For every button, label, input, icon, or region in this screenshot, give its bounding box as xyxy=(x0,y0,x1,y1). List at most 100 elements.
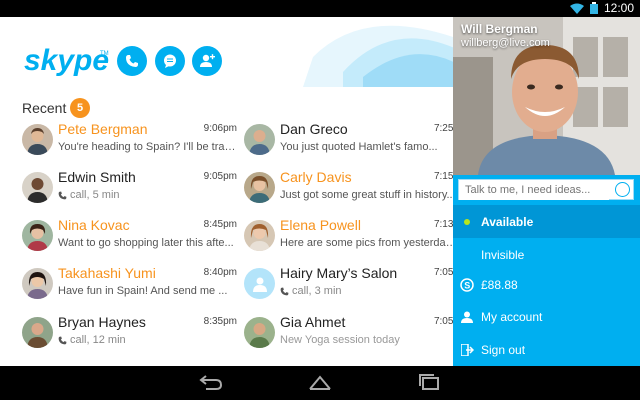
status-available[interactable]: Available xyxy=(453,205,640,238)
contact-time: 7:05p xyxy=(433,316,453,327)
cloud-decoration xyxy=(303,25,453,87)
avatar xyxy=(22,172,53,203)
contact-last-call: call, 5 min xyxy=(70,189,120,201)
wifi-icon xyxy=(569,3,584,14)
contact-item-nina-kovac[interactable]: Nina Kovac 8:45pm Want to go shopping la… xyxy=(22,217,237,263)
svg-text:S: S xyxy=(464,280,470,290)
back-icon xyxy=(199,375,223,390)
contact-last-call: call, 12 min xyxy=(70,334,126,346)
contact-item-carly-davis[interactable]: Carly Davis 7:15p Just got some great st… xyxy=(244,169,453,215)
avatar xyxy=(244,220,275,251)
skype-credit-icon: S xyxy=(453,277,481,292)
contact-time: 7:15p xyxy=(433,171,453,182)
contact-item-edwin-smith[interactable]: Edwin Smith 9:05pm call, 5 min xyxy=(22,169,237,215)
recent-apps-icon xyxy=(419,374,439,390)
contact-item-pete-bergman[interactable]: Pete Bergman 9:06pm You're heading to Sp… xyxy=(22,121,238,167)
contact-name: Bryan Haynes xyxy=(58,314,146,330)
status-time: 12:00 xyxy=(603,1,634,15)
chat-icon xyxy=(164,54,176,68)
svg-text:skype: skype xyxy=(24,44,109,77)
contact-name: Takahashi Yumi xyxy=(58,265,156,281)
avatar xyxy=(244,172,275,203)
sign-out-icon xyxy=(453,343,481,356)
profile-panel: Will Bergman willberg@live.com Available… xyxy=(453,17,640,366)
status-invisible-label: Invisible xyxy=(481,247,525,262)
contact-time: 8:45pm xyxy=(203,219,237,230)
call-button[interactable] xyxy=(117,46,147,76)
status-icons: 12:00 xyxy=(569,1,634,15)
contact-item-bryan-haynes[interactable]: Bryan Haynes 8:35pm call, 12 min xyxy=(22,314,237,360)
add-contact-icon xyxy=(200,54,215,67)
contact-time: 8:40pm xyxy=(203,267,237,278)
person-icon xyxy=(453,311,481,323)
contact-name: Elena Powell xyxy=(280,217,361,233)
recent-label: Recent xyxy=(22,100,67,116)
contact-time: 7:13p xyxy=(433,219,453,230)
avatar xyxy=(22,268,53,299)
contact-last-message: You're heading to Spain? I'll be trac... xyxy=(58,141,238,153)
home-icon xyxy=(309,375,331,390)
status-available-label: Available xyxy=(481,214,534,229)
profile-name: Will Bergman xyxy=(461,22,538,36)
contact-time: 9:06pm xyxy=(203,123,237,134)
contact-last-message: Here are some pics from yesterday ... xyxy=(280,237,453,249)
contact-last-message: Just got some great stuff in history... xyxy=(280,189,453,201)
avatar xyxy=(244,124,275,155)
mood-input[interactable] xyxy=(459,180,609,200)
skype-logo: skype TM xyxy=(22,43,112,84)
sign-out[interactable]: Sign out xyxy=(453,333,640,366)
navigation-bar xyxy=(0,366,640,400)
contact-name: Pete Bergman xyxy=(58,121,148,137)
contact-name: Gia Ahmet xyxy=(280,314,346,330)
status-bar: 12:00 xyxy=(0,0,640,17)
recent-apps-button[interactable] xyxy=(416,374,442,395)
contact-item-takahashi-yumi[interactable]: Takahashi Yumi 8:40pm Have fun in Spain!… xyxy=(22,265,237,311)
contact-item-gia-ahmet[interactable]: Gia Ahmet 7:05p New Yoga session today xyxy=(244,314,453,360)
contact-last-message: You just quoted Hamlet's famo... xyxy=(280,141,438,153)
skype-credit-label: £88.88 xyxy=(481,277,518,292)
avatar xyxy=(244,268,275,299)
add-contact-button[interactable] xyxy=(192,46,222,76)
profile-photo[interactable]: Will Bergman willberg@live.com xyxy=(453,17,640,175)
phone-icon xyxy=(280,287,289,295)
profile-email: willberg@live.com xyxy=(461,37,550,49)
phone-icon xyxy=(126,55,138,67)
contact-call-info: call, 3 min xyxy=(280,285,342,297)
contact-name: Edwin Smith xyxy=(58,169,136,185)
contact-last-call: call, 3 min xyxy=(292,285,342,297)
sign-out-label: Sign out xyxy=(481,342,526,357)
contact-name: Dan Greco xyxy=(280,121,348,137)
skype-credit[interactable]: S £88.88 xyxy=(453,268,640,301)
main-content: skype TM Recent 5 Pete Bergman 9:06pm Yo… xyxy=(0,17,453,366)
back-button[interactable] xyxy=(198,374,224,395)
chat-button[interactable] xyxy=(155,46,185,76)
contact-time: 9:05pm xyxy=(203,171,237,182)
avatar xyxy=(22,124,53,155)
contact-item-hairy-marys-salon[interactable]: Hairy Mary’s Salon 7:05p call, 3 min xyxy=(244,265,453,311)
contact-name: Hairy Mary’s Salon xyxy=(280,265,398,281)
my-account[interactable]: My account xyxy=(453,300,640,333)
contact-time: 7:05p xyxy=(433,267,453,278)
online-dot-icon xyxy=(453,218,481,225)
mood-message-field[interactable] xyxy=(458,179,634,200)
home-button[interactable] xyxy=(307,374,333,395)
contact-time: 7:25p xyxy=(433,123,453,134)
contact-name: Carly Davis xyxy=(280,169,352,185)
avatar xyxy=(22,317,53,348)
contact-name: Nina Kovac xyxy=(58,217,130,233)
svg-text:TM: TM xyxy=(100,51,109,57)
battery-icon xyxy=(589,2,598,14)
contact-call-info: call, 12 min xyxy=(58,334,126,346)
contact-item-dan-greco[interactable]: Dan Greco 7:25p You just quoted Hamlet's… xyxy=(244,121,453,167)
avatar xyxy=(244,317,275,348)
smiley-icon[interactable] xyxy=(615,182,630,197)
contact-last-message: New Yoga session today xyxy=(280,334,400,346)
phone-icon xyxy=(58,191,67,199)
avatar xyxy=(22,220,53,251)
my-account-label: My account xyxy=(481,309,543,324)
contact-item-elena-powell[interactable]: Elena Powell 7:13p Here are some pics fr… xyxy=(244,217,453,263)
contact-last-message: Have fun in Spain! And send me ... xyxy=(58,285,228,297)
contact-time: 8:35pm xyxy=(203,316,237,327)
person-placeholder-icon xyxy=(252,277,267,292)
status-invisible[interactable]: Invisible xyxy=(453,238,640,271)
